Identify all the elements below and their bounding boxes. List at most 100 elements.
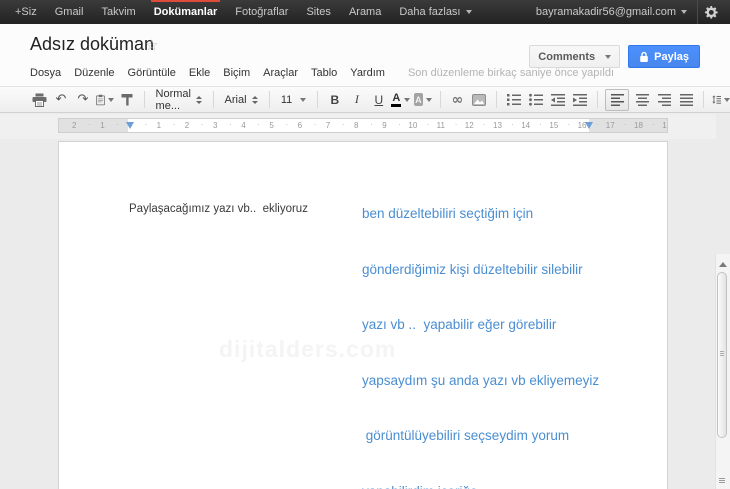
bulleted-list-button[interactable]	[527, 90, 545, 110]
comments-button[interactable]: Comments	[529, 45, 621, 68]
scroll-up-icon[interactable]	[719, 262, 727, 267]
ruler-number: 1	[100, 121, 105, 130]
line-spacing-button[interactable]	[712, 90, 730, 110]
document-canvas: dijitalders.com Paylaşacağımız yazı vb..…	[0, 139, 730, 489]
scroll-down-icon[interactable]	[719, 478, 725, 483]
text-color-button[interactable]: A	[391, 90, 411, 110]
doc-header: Adsız doküman ☆ Dosya Düzenle Görüntüle …	[0, 24, 730, 86]
ruler-number: 12	[464, 121, 474, 130]
paragraph-style-dropdown[interactable]: Normal me...	[153, 88, 205, 112]
toolbar: ↶ ↷ Normal me... Arial 11 B I U A A ∞	[0, 86, 730, 113]
topbar-link-gmail[interactable]: Gmail	[46, 0, 93, 24]
document-title[interactable]: Adsız doküman	[30, 34, 154, 55]
italic-button[interactable]: I	[348, 90, 366, 110]
vertical-scrollbar[interactable]	[715, 254, 730, 489]
menu-insert[interactable]: Ekle	[189, 67, 210, 79]
align-center-button[interactable]	[633, 90, 651, 110]
outdent-button[interactable]	[549, 90, 567, 110]
topbar-link-search[interactable]: Arama	[340, 0, 390, 24]
ruler-tick: ·	[539, 120, 542, 129]
italic-icon: I	[354, 92, 359, 106]
menu-bar: Dosya Düzenle Görüntüle Ekle Biçim Araçl…	[30, 67, 614, 79]
document-text: Paylaşacağımız yazı vb.. ekliyoruz	[129, 203, 308, 215]
align-right-button[interactable]	[655, 90, 673, 110]
topbar-link-plus-you[interactable]: +Siz	[6, 0, 46, 24]
blue-text-line: ben düzeltebiliri seçtiğim için	[362, 206, 534, 221]
star-icon[interactable]: ☆	[145, 36, 158, 54]
ruler-number: 13	[493, 121, 502, 130]
numbered-list-button[interactable]	[505, 90, 523, 110]
chevron-down-icon	[404, 97, 411, 102]
image-icon	[472, 93, 487, 106]
print-button[interactable]	[30, 90, 48, 110]
menu-table[interactable]: Tablo	[311, 67, 337, 79]
link-icon: ∞	[451, 91, 464, 108]
toolbar-divider	[317, 91, 318, 108]
undo-icon: ↶	[55, 92, 67, 107]
ruler-number: 10	[408, 121, 418, 130]
menu-help[interactable]: Yardım	[350, 67, 385, 79]
ruler-number: 2	[184, 121, 190, 130]
font-family-value: Arial	[224, 93, 247, 106]
ruler-number: 19	[662, 121, 667, 130]
ruler-number: 9	[382, 121, 387, 130]
font-size-dropdown[interactable]: 11	[278, 94, 309, 106]
highlight-color-button[interactable]: A	[413, 90, 432, 110]
blue-text-line: yazı vb .. yapabilir eğer görebilir	[362, 317, 557, 332]
ruler-tick: ·	[652, 120, 655, 129]
ruler-number: 5	[269, 121, 274, 130]
paint-format-button[interactable]	[118, 90, 136, 110]
menu-tools[interactable]: Araçlar	[263, 67, 298, 79]
ruler-strip[interactable]: 2112345678910111213141516171819·········…	[58, 118, 668, 133]
indent-icon	[572, 94, 587, 106]
ruler-number: 18	[634, 121, 643, 130]
ruler-number: 14	[521, 121, 531, 130]
ruler-tick: ·	[116, 120, 119, 129]
undo-button[interactable]: ↶	[52, 90, 70, 110]
blue-text-line: görüntülüyebiliri seçseydim yorum	[362, 428, 570, 443]
topbar-link-photos[interactable]: Fotoğraflar	[226, 0, 297, 24]
toolbar-divider	[213, 91, 214, 108]
web-clipboard-button[interactable]	[96, 90, 114, 110]
align-left-button[interactable]	[605, 88, 630, 111]
text-color-icon: A	[391, 92, 402, 108]
menu-edit[interactable]: Düzenle	[74, 67, 114, 79]
blue-text-line: gönderdiğimiz kişi düzeltebilir silebili…	[362, 261, 583, 277]
menu-file[interactable]: Dosya	[30, 67, 61, 79]
left-indent-marker[interactable]	[126, 122, 134, 129]
chevron-down-icon	[425, 97, 432, 102]
underline-button[interactable]: U	[370, 90, 388, 110]
clipboard-icon	[96, 94, 105, 105]
topbar-link-calendar[interactable]: Takvim	[92, 0, 144, 24]
bold-button[interactable]: B	[326, 90, 344, 110]
chevron-down-icon	[605, 54, 612, 59]
share-button[interactable]: Paylaş	[628, 45, 700, 68]
topbar-link-documents[interactable]: Dokümanlar	[145, 0, 227, 24]
settings-button[interactable]	[698, 0, 724, 24]
indent-button[interactable]	[571, 90, 589, 110]
grip-icon	[720, 351, 724, 356]
menu-format[interactable]: Biçim	[223, 67, 250, 79]
ruler-tick: ·	[229, 120, 232, 129]
document-blue-text: ben düzeltebiliri seçtiğim için gönderdi…	[362, 168, 599, 489]
font-family-dropdown[interactable]: Arial	[222, 94, 262, 106]
document-page[interactable]: dijitalders.com Paylaşacağımız yazı vb..…	[58, 141, 668, 489]
redo-button[interactable]: ↷	[74, 90, 92, 110]
justify-button[interactable]	[677, 90, 695, 110]
topbar-link-sites[interactable]: Sites	[297, 0, 339, 24]
updown-icon	[196, 95, 202, 104]
topbar-link-more[interactable]: Daha fazlası	[390, 0, 480, 24]
ruler-tick: ·	[595, 120, 599, 129]
menu-view[interactable]: Görüntüle	[128, 67, 176, 79]
insert-link-button[interactable]: ∞	[448, 90, 466, 110]
ruler-tick: ·	[623, 120, 627, 129]
align-right-icon	[657, 94, 671, 106]
topbar-links: +Siz Gmail Takvim Dokümanlar Fotoğraflar…	[6, 0, 481, 24]
comments-label: Comments	[538, 50, 596, 63]
toolbar-divider	[703, 91, 705, 108]
last-edit-status[interactable]: Son düzenleme birkaç saniye önce yapıldı	[408, 67, 614, 79]
bulleted-list-icon	[529, 93, 543, 106]
insert-image-button[interactable]	[470, 90, 488, 110]
scrollbar-thumb[interactable]	[717, 272, 727, 438]
account-menu[interactable]: bayramakadir56@gmail.com	[526, 0, 697, 24]
